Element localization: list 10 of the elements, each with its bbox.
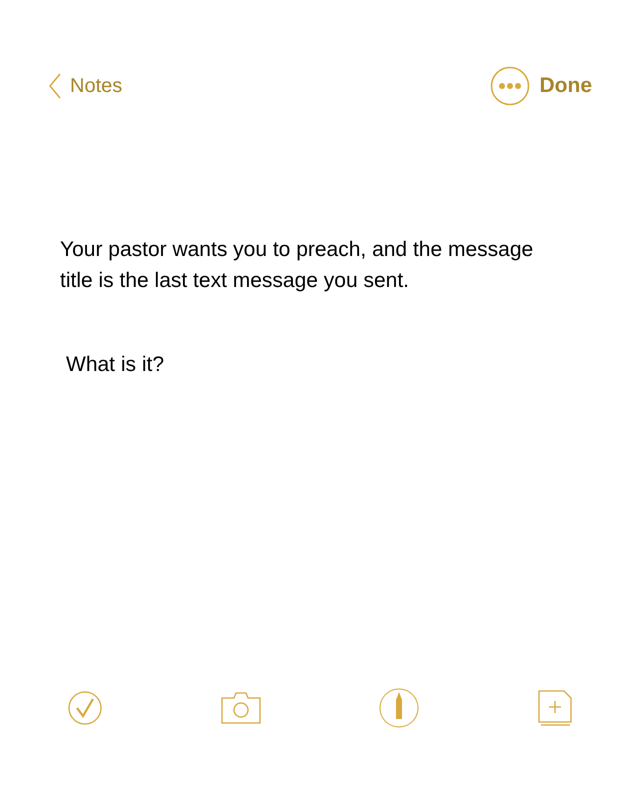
camera-icon[interactable] xyxy=(220,692,261,724)
pen-icon[interactable] xyxy=(379,688,420,728)
more-icon[interactable] xyxy=(490,66,530,106)
done-button[interactable]: Done xyxy=(540,70,592,102)
new-note-icon[interactable] xyxy=(538,690,572,726)
note-text: Your pastor wants you to preach, and the message title is the last text message you sent. xyxy=(60,237,534,294)
back-button[interactable]: Notes xyxy=(48,71,122,101)
note-text: What is it? xyxy=(66,352,166,378)
checkmark-icon[interactable] xyxy=(68,691,102,725)
chevron-left-icon xyxy=(48,73,62,99)
